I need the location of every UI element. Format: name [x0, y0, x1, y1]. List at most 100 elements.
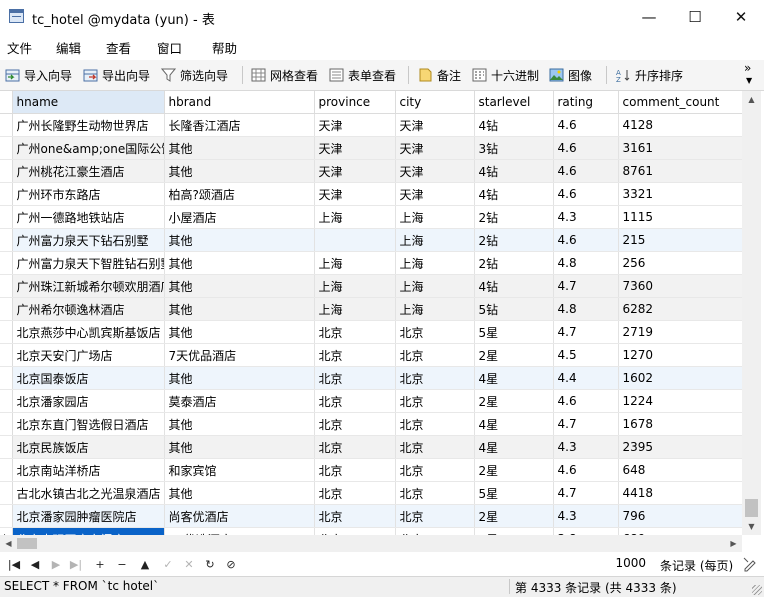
refresh-button[interactable]: ↻: [202, 556, 218, 572]
cell-comment-count[interactable]: 2719: [618, 320, 742, 344]
table-row[interactable]: 北京南站洋桥店 和家宾馆 北京 北京 2星 4.6 648: [0, 458, 742, 482]
cell-province[interactable]: 上海: [314, 251, 396, 275]
horizontal-scroll-thumb[interactable]: [17, 538, 37, 549]
cell-city[interactable]: 北京: [395, 458, 475, 482]
cell-hbrand[interactable]: 其他: [164, 228, 315, 252]
cell-comment-count[interactable]: 689: [618, 527, 742, 535]
cell-starlevel[interactable]: 4星: [474, 412, 554, 436]
table-row[interactable]: 北京东直门智选假日酒店 其他 北京 北京 4星 4.7 1678: [0, 412, 742, 436]
cell-comment-count[interactable]: 1115: [618, 205, 742, 229]
column-header-hname[interactable]: hname: [12, 91, 165, 114]
cell-city[interactable]: 北京: [395, 435, 475, 459]
next-record-button[interactable]: ▶: [48, 556, 64, 572]
cell-comment-count[interactable]: 8761: [618, 159, 742, 183]
table-row[interactable]: 北京燕莎中心凯宾斯基饭店 其他 北京 北京 5星 4.7 2719: [0, 320, 742, 344]
menu-view[interactable]: 查看: [106, 38, 131, 57]
first-record-button[interactable]: |◀: [6, 556, 22, 572]
cell-province[interactable]: 北京: [314, 412, 396, 436]
cell-hbrand[interactable]: 尚客优酒店: [164, 504, 315, 528]
cell-rating[interactable]: 4.7: [553, 481, 619, 505]
cell-hbrand[interactable]: 长隆香江酒店: [164, 113, 315, 137]
cell-starlevel[interactable]: 2星: [474, 458, 554, 482]
grid-view-button[interactable]: 网格查看: [251, 65, 318, 85]
row-indicator[interactable]: [0, 251, 13, 275]
cell-hname[interactable]: 广州桃花江豪生酒店: [12, 159, 165, 183]
import-wizard-button[interactable]: 导入向导: [5, 65, 72, 85]
cell-province[interactable]: 北京: [314, 320, 396, 344]
maximize-button[interactable]: ☐: [672, 0, 718, 34]
cell-city[interactable]: 上海: [395, 228, 475, 252]
cell-comment-count[interactable]: 3321: [618, 182, 742, 206]
cell-hbrand[interactable]: 小屋酒店: [164, 205, 315, 229]
cell-starlevel[interactable]: 2星: [474, 504, 554, 528]
cell-hname[interactable]: 北京燕莎中心凯宾斯基饭店: [12, 320, 165, 344]
cell-hname[interactable]: 广州长隆野生动物世界店: [12, 113, 165, 137]
cell-province[interactable]: 上海: [314, 205, 396, 229]
cell-comment-count[interactable]: 215: [618, 228, 742, 252]
cell-hname[interactable]: 广州珠江新城希尔顿欢朋酒店: [12, 274, 165, 298]
image-button[interactable]: 图像: [549, 65, 592, 85]
cell-hname[interactable]: 北京民族饭店: [12, 435, 165, 459]
cell-starlevel[interactable]: 2钻: [474, 251, 554, 275]
vertical-scroll-thumb[interactable]: [745, 499, 758, 517]
cell-hbrand[interactable]: 和家宾馆: [164, 458, 315, 482]
page-size-input[interactable]: 1000: [612, 556, 646, 572]
toolbar-overflow-button[interactable]: »: [744, 62, 751, 74]
cell-comment-count[interactable]: 4128: [618, 113, 742, 137]
table-row[interactable]: 广州珠江新城希尔顿欢朋酒店 其他 上海 上海 4钻 4.7 7360: [0, 274, 742, 298]
cell-hname[interactable]: 北京国泰饭店: [12, 366, 165, 390]
table-row[interactable]: 北京潘家园店 莫泰酒店 北京 北京 2星 4.6 1224: [0, 389, 742, 413]
menu-help[interactable]: 帮助: [212, 38, 237, 57]
close-button[interactable]: ✕: [718, 0, 764, 34]
cell-city[interactable]: 北京: [395, 320, 475, 344]
horizontal-scrollbar[interactable]: ◀ ▶: [0, 535, 742, 552]
cell-hname[interactable]: 北京南站洋桥店: [12, 458, 165, 482]
scroll-right-icon[interactable]: ▶: [725, 535, 742, 552]
cell-comment-count[interactable]: 1678: [618, 412, 742, 436]
row-indicator[interactable]: [0, 205, 13, 229]
cancel-button[interactable]: ✕: [181, 556, 197, 572]
cell-hbrand[interactable]: 其他: [164, 435, 315, 459]
cell-comment-count[interactable]: 6282: [618, 297, 742, 321]
cell-city[interactable]: 北京: [395, 343, 475, 367]
cell-rating[interactable]: 4.6: [553, 182, 619, 206]
cell-hbrand[interactable]: 其他: [164, 412, 315, 436]
memo-button[interactable]: 备注: [418, 65, 461, 85]
row-indicator[interactable]: [0, 435, 13, 459]
cell-hname[interactable]: 广州环市东路店: [12, 182, 165, 206]
cell-starlevel[interactable]: 4钻: [474, 159, 554, 183]
cell-province[interactable]: 天津: [314, 136, 396, 160]
cell-hbrand[interactable]: 其他: [164, 159, 315, 183]
table-row[interactable]: 北京民族饭店 其他 北京 北京 4星 4.3 2395: [0, 435, 742, 459]
cell-province[interactable]: [314, 228, 396, 252]
cell-starlevel[interactable]: 5星: [474, 481, 554, 505]
cell-province[interactable]: 北京: [314, 366, 396, 390]
export-wizard-button[interactable]: 导出向导: [83, 65, 150, 85]
row-indicator[interactable]: [0, 504, 13, 528]
cell-hbrand[interactable]: 其他: [164, 320, 315, 344]
cell-province[interactable]: 北京: [314, 481, 396, 505]
cell-city[interactable]: 上海: [395, 205, 475, 229]
table-row[interactable]: 广州一德路地铁站店 小屋酒店 上海 上海 2钻 4.3 1115: [0, 205, 742, 229]
table-row[interactable]: 广州希尔顿逸林酒店 其他 上海 上海 5钻 4.8 6282: [0, 297, 742, 321]
cell-hbrand[interactable]: 柏高?颂酒店: [164, 182, 315, 206]
row-indicator[interactable]: [0, 343, 13, 367]
cell-province[interactable]: 北京: [314, 504, 396, 528]
table-row[interactable]: 广州桃花江豪生酒店 其他 天津 天津 4钻 4.6 8761: [0, 159, 742, 183]
row-indicator[interactable]: [0, 113, 13, 137]
cell-hbrand[interactable]: 其他: [164, 481, 315, 505]
table-row[interactable]: 古北水镇古北之光温泉酒店 其他 北京 北京 5星 4.7 4418: [0, 481, 742, 505]
cell-comment-count[interactable]: 1224: [618, 389, 742, 413]
cell-rating[interactable]: 4.6: [553, 136, 619, 160]
cell-hbrand[interactable]: 其他: [164, 297, 315, 321]
cell-city[interactable]: 北京: [395, 527, 475, 535]
form-view-button[interactable]: 表单查看: [329, 65, 396, 85]
cell-comment-count[interactable]: 256: [618, 251, 742, 275]
cell-city[interactable]: 北京: [395, 504, 475, 528]
cell-rating[interactable]: 3.8: [553, 527, 619, 535]
cell-rating[interactable]: 4.3: [553, 205, 619, 229]
cell-comment-count[interactable]: 3161: [618, 136, 742, 160]
row-indicator[interactable]: [0, 297, 13, 321]
cell-comment-count[interactable]: 1602: [618, 366, 742, 390]
apply-button[interactable]: ✓: [160, 556, 176, 572]
